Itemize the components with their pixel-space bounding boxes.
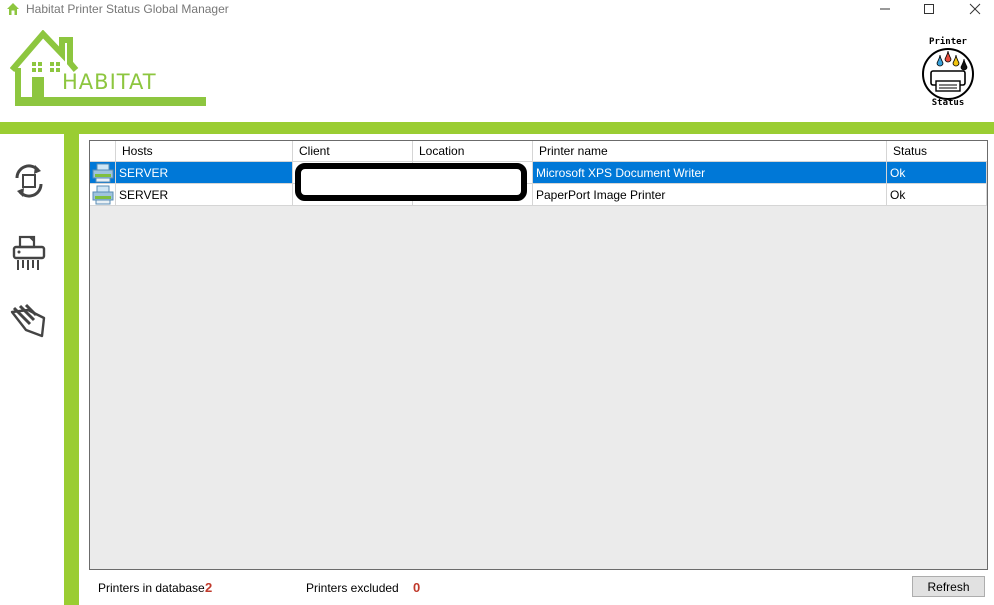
printers-in-database-count: 2 bbox=[205, 580, 213, 595]
house-icon bbox=[7, 3, 19, 15]
status-logo-top: Printer bbox=[929, 37, 967, 47]
row-printer-icon-cell bbox=[90, 162, 116, 184]
sidebar-item-printers[interactable] bbox=[6, 230, 52, 276]
printer-icon bbox=[92, 163, 113, 182]
exclude-hand-icon bbox=[10, 303, 46, 338]
cell-status[interactable]: Ok bbox=[887, 184, 987, 206]
sidebar-divider bbox=[64, 134, 79, 605]
header-icon-column bbox=[90, 141, 116, 162]
close-button[interactable] bbox=[952, 0, 994, 18]
header-divider bbox=[0, 122, 994, 134]
cell-host[interactable]: SERVER bbox=[116, 162, 293, 184]
habitat-logo bbox=[10, 30, 206, 106]
redaction-box bbox=[295, 163, 527, 201]
window-title: Habitat Printer Status Global Manager bbox=[26, 2, 229, 16]
logo-text: HABITAT bbox=[62, 70, 157, 94]
status-logo-bottom: Status bbox=[931, 98, 965, 108]
column-header-printer-name[interactable]: Printer name bbox=[533, 141, 887, 162]
printers-excluded-label: Printers excluded bbox=[306, 581, 399, 595]
column-header-location[interactable]: Location bbox=[413, 141, 533, 162]
table-row[interactable]: SERVER Microsoft XPS Document Writer Ok bbox=[90, 162, 987, 184]
printer-drops-icon bbox=[922, 48, 974, 100]
column-header-client[interactable]: Client bbox=[293, 141, 413, 162]
printer-status-logo: Printer Status bbox=[918, 37, 978, 111]
cell-printer-name[interactable]: Microsoft XPS Document Writer bbox=[533, 162, 887, 184]
printers-in-database-label: Printers in database bbox=[98, 581, 205, 595]
sidebar-item-sync[interactable] bbox=[6, 158, 52, 204]
maximize-button[interactable] bbox=[906, 0, 952, 18]
minimize-button[interactable] bbox=[862, 0, 908, 18]
cell-printer-name[interactable]: PaperPort Image Printer bbox=[533, 184, 887, 206]
printer-icon bbox=[92, 185, 113, 204]
maximize-icon bbox=[924, 4, 934, 14]
sync-icon bbox=[15, 164, 43, 198]
grid-header: Hosts Client Location Printer name Statu… bbox=[90, 141, 987, 162]
cell-host[interactable]: SERVER bbox=[116, 184, 293, 206]
sidebar-item-excluded[interactable] bbox=[6, 298, 52, 344]
printers-excluded-count: 0 bbox=[413, 580, 421, 595]
cell-status[interactable]: Ok bbox=[887, 162, 987, 184]
row-printer-icon-cell bbox=[90, 184, 116, 206]
minimize-icon bbox=[880, 8, 890, 10]
column-header-status[interactable]: Status bbox=[887, 141, 987, 162]
refresh-button[interactable]: Refresh bbox=[912, 576, 985, 597]
title-bar: Habitat Printer Status Global Manager bbox=[0, 0, 994, 18]
close-icon bbox=[969, 3, 981, 15]
table-row[interactable]: SERVER PaperPort Image Printer Ok bbox=[90, 184, 987, 206]
column-header-hosts[interactable]: Hosts bbox=[116, 141, 293, 162]
printer-shredder-icon bbox=[12, 235, 46, 270]
printers-grid[interactable]: Hosts Client Location Printer name Statu… bbox=[89, 140, 988, 570]
